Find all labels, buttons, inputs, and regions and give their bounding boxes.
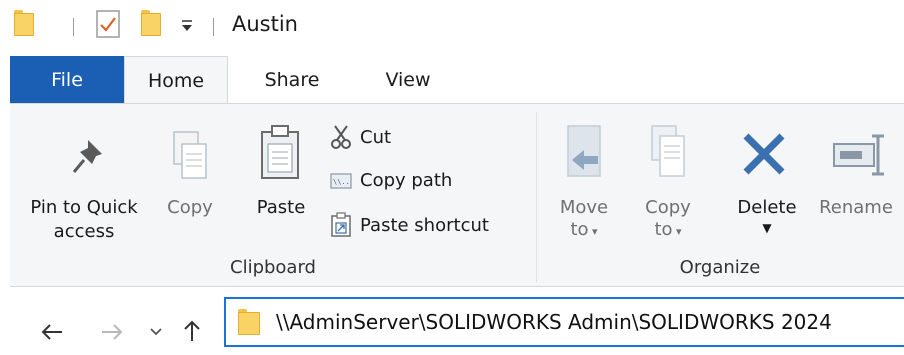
tab-home[interactable]: Home — [124, 56, 228, 104]
pin-icon — [72, 140, 102, 173]
copy-to-label-line1: Copy — [645, 197, 691, 218]
chevron-down-icon[interactable] — [149, 327, 163, 337]
paste-shortcut-icon — [331, 212, 351, 237]
ribbon-tabs: File Home Share View — [0, 56, 904, 104]
copy-icon — [173, 131, 207, 179]
address-path: \\AdminServer\SOLIDWORKS Admin\SOLIDWORK… — [276, 310, 832, 334]
arrow-up-icon[interactable] — [182, 319, 202, 343]
group-divider — [536, 112, 537, 282]
scissors-icon — [331, 125, 351, 149]
arrow-right-icon[interactable] — [100, 323, 124, 341]
paste-shortcut-label: Paste shortcut — [360, 214, 489, 236]
delete-icon — [743, 133, 785, 175]
window-title: Austin — [232, 12, 298, 36]
paste-shortcut-button[interactable]: Paste shortcut — [330, 212, 489, 238]
clipboard-group-label: Clipboard — [230, 257, 316, 278]
tab-view[interactable]: View — [360, 56, 456, 103]
copy-path-button[interactable]: \\.. Copy path — [330, 170, 452, 191]
paste-icon — [261, 125, 299, 179]
move-to-icon — [567, 125, 601, 177]
new-folder-icon[interactable] — [141, 10, 161, 36]
toolbar-separator — [213, 18, 214, 36]
folder-icon[interactable] — [14, 10, 34, 36]
pin-label-line1: Pin to Quick — [30, 197, 138, 218]
folder-icon — [238, 309, 260, 335]
ribbon-home: Pin to Quick access Copy Paste Cut \\.. … — [10, 103, 904, 287]
move-to-label-line2: to ▾ — [570, 219, 598, 240]
delete-dropdown-icon[interactable]: ▼ — [730, 216, 804, 240]
title-bar: Austin — [0, 0, 904, 56]
rename-icon — [833, 134, 884, 176]
cut-label: Cut — [360, 126, 392, 148]
move-to-label-line1: Move — [559, 197, 609, 218]
tab-file[interactable]: File — [10, 56, 124, 103]
rename-label: Rename — [819, 197, 893, 218]
properties-icon[interactable] — [96, 10, 120, 38]
paste-label: Paste — [256, 197, 306, 218]
svg-text:\\..: \\.. — [333, 178, 350, 186]
copy-to-label-line2: to ▾ — [654, 219, 682, 240]
navigation-bar: \\AdminServer\SOLIDWORKS Admin\SOLIDWORK… — [0, 287, 904, 355]
pin-label-line2: access — [53, 221, 115, 242]
tab-share[interactable]: Share — [244, 56, 340, 103]
toolbar-separator — [73, 18, 74, 36]
copy-path-icon: \\.. — [330, 172, 352, 189]
copy-label: Copy — [167, 197, 213, 218]
cut-button[interactable]: Cut — [330, 124, 391, 150]
arrow-left-icon[interactable] — [40, 323, 64, 341]
address-bar[interactable]: \\AdminServer\SOLIDWORKS Admin\SOLIDWORK… — [224, 297, 904, 347]
organize-group-label: Organize — [679, 257, 761, 278]
copy-to-icon — [651, 125, 685, 177]
copy-path-label: Copy path — [360, 170, 453, 191]
customize-quick-access-icon[interactable] — [180, 18, 194, 34]
